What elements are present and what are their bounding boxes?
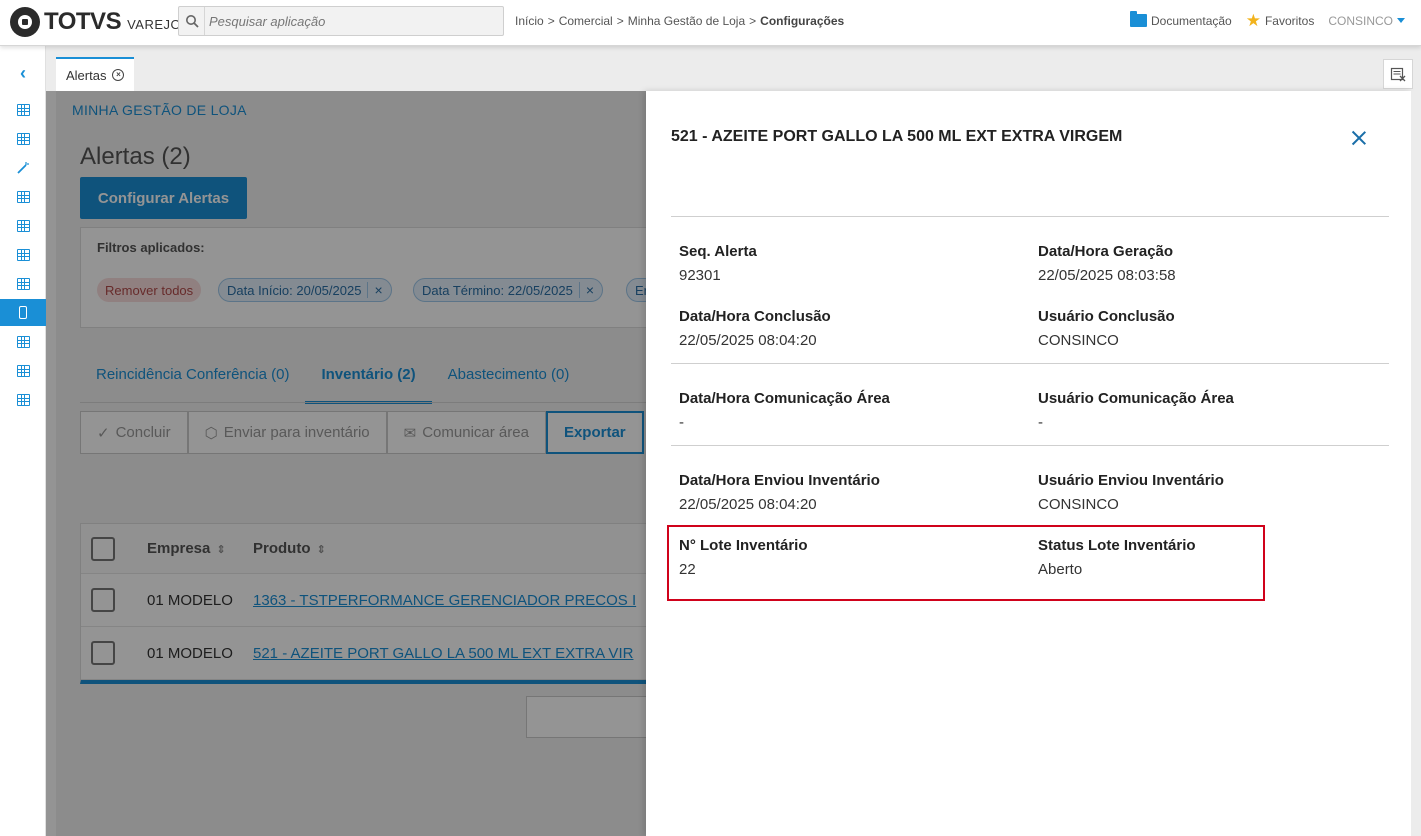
field-value: CONSINCO — [1038, 332, 1119, 349]
sidebar-item-4[interactable] — [0, 183, 46, 210]
tab-alertas[interactable]: Alertas × — [56, 57, 135, 91]
highlight-box — [667, 525, 1265, 601]
field-value: 22/05/2025 08:03:58 — [1038, 267, 1176, 284]
top-right-menu: Documentação ★ Favoritos CONSINCO — [1130, 11, 1405, 29]
field-value: CONSINCO — [1038, 496, 1119, 513]
sidebar-item-1[interactable] — [0, 96, 46, 123]
field-usuario-comunicacao: Usuário Comunicação Área - — [1038, 390, 1234, 431]
favorites-link[interactable]: ★ Favoritos — [1246, 12, 1315, 29]
divider — [671, 445, 1389, 446]
favorites-label: Favoritos — [1264, 13, 1315, 28]
chevron-down-icon — [1397, 18, 1405, 23]
breadcrumb-item-inicio[interactable]: Início — [515, 14, 544, 28]
divider — [671, 363, 1389, 364]
field-data-comunicacao: Data/Hora Comunicação Área - — [679, 390, 890, 431]
field-usuario-enviou: Usuário Enviou Inventário CONSINCO — [1038, 472, 1224, 513]
table-icon — [16, 335, 30, 348]
field-data-enviou: Data/Hora Enviou Inventário 22/05/2025 0… — [679, 472, 880, 513]
table-icon — [16, 219, 30, 232]
sidebar: ‹ — [0, 46, 46, 836]
alert-detail-panel: 521 - AZEITE PORT GALLO LA 500 ML EXT EX… — [646, 91, 1411, 836]
documentation-link[interactable]: Documentação — [1130, 11, 1232, 28]
close-all-tabs-button[interactable] — [1383, 59, 1413, 89]
star-icon: ★ — [1245, 11, 1261, 30]
sidebar-item-9[interactable] — [0, 328, 46, 355]
close-tab-icon[interactable]: × — [112, 69, 125, 81]
breadcrumb: Início > Comercial > Minha Gestão de Loja > Co… — [515, 14, 844, 28]
search-box[interactable] — [178, 6, 504, 36]
field-value: - — [1038, 414, 1043, 431]
field-value: - — [679, 414, 684, 431]
breadcrumb-item-current: Configurações — [760, 14, 845, 28]
table-icon — [16, 393, 30, 406]
page-right-edge — [1411, 91, 1421, 836]
documentation-label: Documentação — [1151, 13, 1232, 28]
sidebar-item-2[interactable] — [0, 125, 46, 152]
sidebar-item-3[interactable] — [0, 154, 46, 181]
logo-subtitle: VAREJO — [127, 16, 182, 32]
tab-alertas-label: Alertas — [66, 67, 107, 83]
breadcrumb-separator: > — [616, 14, 624, 28]
collapse-sidebar-button[interactable]: ‹ — [0, 60, 46, 87]
totvs-logo[interactable]: TOTVS VAREJO — [10, 6, 181, 38]
sidebar-item-5[interactable] — [0, 212, 46, 239]
sidebar-item-6[interactable] — [0, 241, 46, 268]
table-icon — [16, 364, 30, 377]
field-data-conclusao: Data/Hora Conclusão 22/05/2025 08:04:20 — [679, 308, 831, 349]
phone-icon — [19, 306, 27, 319]
field-value: 22/05/2025 08:04:20 — [679, 496, 817, 513]
sidebar-item-mobile-active[interactable] — [0, 299, 46, 326]
close-icon[interactable] — [1350, 129, 1368, 147]
field-value: 22/05/2025 08:04:20 — [679, 332, 817, 349]
field-label: Usuário Comunicação Área — [1038, 390, 1234, 407]
field-value: 92301 — [679, 267, 721, 284]
field-usuario-conclusao: Usuário Conclusão CONSINCO — [1038, 308, 1175, 349]
totvs-logo-icon — [10, 7, 40, 37]
breadcrumb-item-comercial[interactable]: Comercial — [559, 14, 613, 28]
user-menu[interactable]: CONSINCO — [1328, 14, 1405, 28]
tabs-close-icon — [1390, 67, 1406, 82]
field-label: Data/Hora Geração — [1038, 243, 1174, 260]
breadcrumb-item-gestao[interactable]: Minha Gestão de Loja — [628, 14, 745, 28]
field-label: Data/Hora Conclusão — [679, 308, 831, 325]
folder-icon — [1130, 11, 1147, 27]
field-label: Data/Hora Comunicação Área — [679, 390, 890, 407]
sidebar-item-10[interactable] — [0, 357, 46, 384]
sidebar-item-11[interactable] — [0, 386, 46, 413]
wand-icon — [17, 161, 29, 174]
table-icon — [16, 277, 30, 290]
field-seq-alerta: Seq. Alerta 92301 — [679, 243, 757, 284]
sidebar-item-7[interactable] — [0, 270, 46, 297]
field-label: Seq. Alerta — [679, 243, 757, 260]
user-label: CONSINCO — [1328, 13, 1393, 28]
table-icon — [16, 132, 30, 145]
search-input[interactable] — [209, 11, 489, 31]
search-icon[interactable] — [179, 7, 205, 35]
table-icon — [16, 103, 30, 116]
panel-title: 521 - AZEITE PORT GALLO LA 500 ML EXT EX… — [671, 128, 1123, 145]
divider — [671, 216, 1389, 217]
field-label: Usuário Conclusão — [1038, 308, 1175, 325]
table-icon — [16, 248, 30, 261]
field-label: Usuário Enviou Inventário — [1038, 472, 1224, 489]
breadcrumb-separator: > — [749, 14, 757, 28]
field-data-geracao: Data/Hora Geração 22/05/2025 08:03:58 — [1038, 243, 1176, 284]
field-label: Data/Hora Enviou Inventário — [679, 472, 880, 489]
logo-text: TOTVS — [44, 8, 122, 35]
modal-backdrop[interactable] — [46, 91, 646, 836]
top-bar: TOTVS VAREJO Início>Comercial>Minha Gest… — [0, 0, 1421, 46]
breadcrumb-separator: > — [547, 14, 555, 28]
table-icon — [16, 190, 30, 203]
tab-strip: Alertas × — [46, 46, 1421, 91]
chevron-left-icon: ‹ — [20, 63, 26, 83]
